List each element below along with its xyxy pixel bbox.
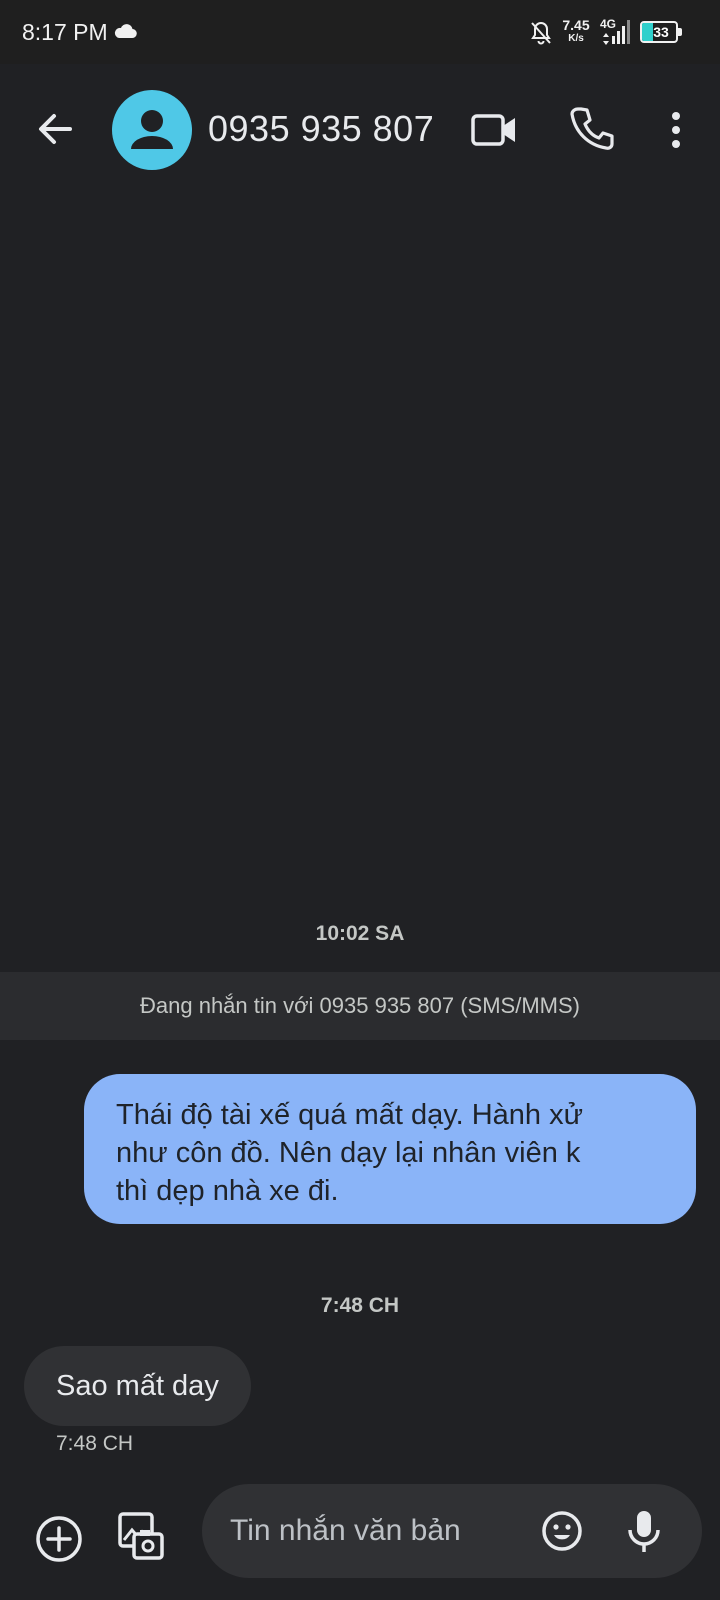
network-speed-value: 7.45 <box>562 17 590 33</box>
back-arrow-icon[interactable] <box>30 104 80 154</box>
data-arrows-icon <box>603 33 609 45</box>
message-timestamp: 7:48 CH <box>320 1294 400 1317</box>
message-line: như côn đồ. Nên dạy lại nhân viên k <box>116 1137 581 1169</box>
signal-icon <box>612 20 630 44</box>
video-camera-icon[interactable] <box>470 106 518 154</box>
message-line: Thái độ tài xế quá mất dạy. Hành xử <box>116 1099 584 1131</box>
network-speed-unit: K/s <box>568 33 584 44</box>
status-bar: 8:17 PM 7.45 K/s 4G 33 <box>0 0 720 64</box>
message-timestamp: 10:02 SA <box>315 922 405 945</box>
add-circle-icon[interactable] <box>34 1514 84 1564</box>
cloud-icon <box>114 24 137 39</box>
outgoing-message[interactable]: Thái độ tài xế quá mất dạy. Hành xử như … <box>84 1074 696 1224</box>
phone-icon[interactable] <box>568 104 616 152</box>
avatar[interactable] <box>112 90 192 170</box>
status-time: 8:17 PM <box>22 19 108 45</box>
battery-icon: 33 <box>640 21 682 43</box>
compose-bar <box>0 1480 720 1600</box>
gallery-camera-icon[interactable] <box>116 1510 166 1562</box>
conversation-info-banner: Đang nhắn tin với 0935 935 807 (SMS/MMS) <box>0 972 720 1040</box>
incoming-message[interactable]: Sao mất day <box>24 1346 251 1426</box>
message-line: thì dẹp nhà xe đi. <box>116 1175 339 1207</box>
emoji-icon[interactable] <box>540 1509 584 1553</box>
battery-level: 33 <box>653 24 669 40</box>
contact-name[interactable]: 0935 935 807 <box>208 108 434 150</box>
conversation-header: 0935 935 807 <box>0 64 720 192</box>
network-speed: 7.45 K/s <box>561 18 591 44</box>
incoming-message-time: 7:48 CH <box>56 1432 134 1455</box>
more-vert-icon[interactable] <box>660 106 692 154</box>
mic-icon[interactable] <box>624 1506 664 1556</box>
person-icon <box>131 110 173 149</box>
bell-off-icon <box>531 21 551 45</box>
